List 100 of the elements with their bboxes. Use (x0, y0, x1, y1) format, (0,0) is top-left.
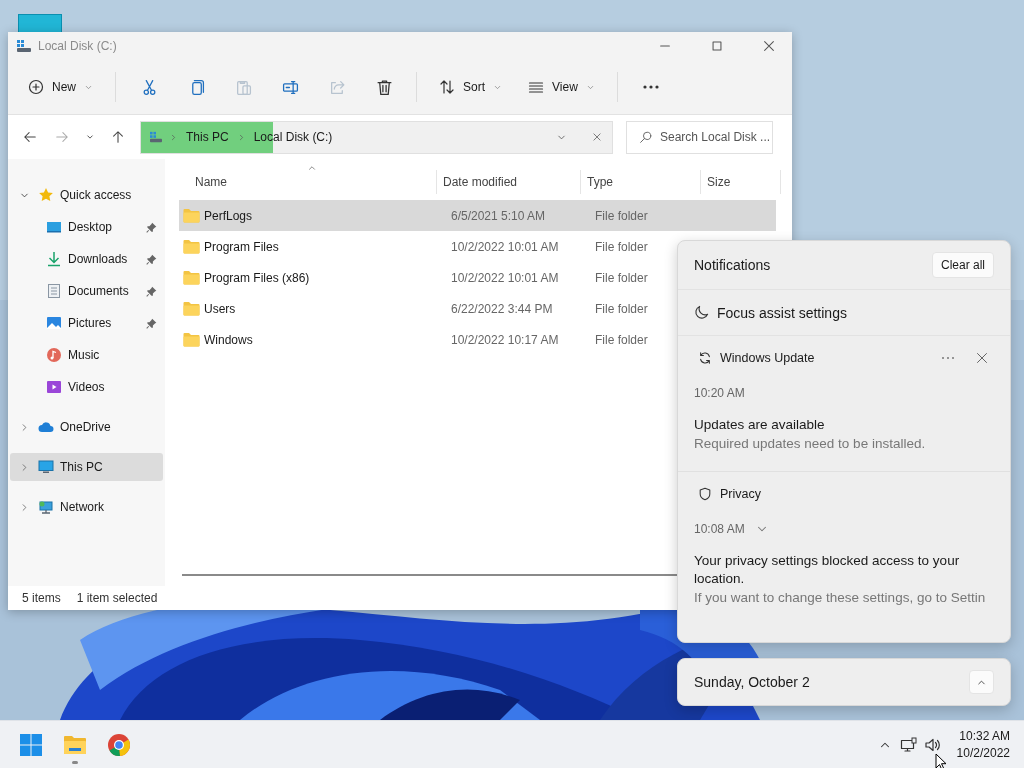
network-icon (38, 499, 54, 515)
clock-date: 10/2/2022 (956, 746, 1010, 760)
back-arrow-icon (23, 130, 37, 144)
sidebar-item[interactable]: Documents (10, 275, 163, 307)
file-name: Program Files (x86) (204, 270, 310, 285)
search-box[interactable]: Search Local Disk ... (626, 120, 773, 154)
view-icon (528, 79, 545, 95)
new-button[interactable]: New (20, 70, 101, 104)
speaker-icon (923, 736, 942, 753)
calendar-date: Sunday, October 2 (694, 674, 810, 690)
folder-icon (183, 332, 200, 347)
sort-icon (439, 79, 455, 95)
notification-body: Required updates need to be installed. (694, 435, 927, 453)
app-name: Windows Update (720, 351, 815, 365)
sidebar-item[interactable]: Desktop (10, 211, 163, 243)
file-date: 6/5/2021 5:10 AM (451, 208, 546, 223)
column-header[interactable]: Name (165, 170, 437, 194)
window-title: Local Disk (C:) (38, 39, 118, 53)
notification-time: 10:20 AM (694, 386, 745, 400)
music-icon (46, 347, 62, 363)
sidebar-item[interactable]: Downloads (10, 243, 163, 275)
close-icon (592, 132, 602, 142)
maximize-icon (710, 39, 724, 53)
folder-icon (183, 301, 200, 316)
notification-title: Updates are available (694, 416, 826, 434)
view-button[interactable]: View (520, 70, 603, 104)
file-type: File folder (595, 270, 648, 285)
file-type: File folder (595, 239, 648, 254)
notification-body: If you want to change these settings, go to Settin (694, 589, 987, 607)
file-date: 10/2/2022 10:01 AM (451, 239, 559, 254)
rename-icon (281, 78, 299, 96)
sidebar-item[interactable]: OneDrive (10, 411, 163, 443)
file-name: PerfLogs (204, 208, 253, 223)
trash-icon (375, 78, 393, 96)
mouse-pointer-icon (935, 753, 947, 768)
clipboard-icon (234, 78, 252, 96)
desktop-icon (46, 219, 62, 235)
moon-icon (694, 305, 709, 320)
computer-icon (38, 459, 54, 475)
notification-card[interactable]: Privacy 10:08 AM Your privacy settings blocked access to your location. If you want to change these settings, go to Settin (678, 472, 1010, 642)
status-text: 5 items (22, 591, 61, 605)
file-name: Windows (204, 332, 253, 347)
folder-icon (183, 270, 200, 285)
drive-icon (149, 131, 163, 143)
status-text: 1 item selected (76, 591, 158, 605)
file-date: 10/2/2022 10:17 AM (451, 332, 559, 347)
file-type: File folder (595, 332, 648, 347)
clock-button[interactable]: 10:32 AM 10/2/2022 (956, 729, 1010, 760)
video-icon (46, 379, 62, 395)
file-type: File folder (595, 301, 648, 316)
browser-icon (107, 732, 131, 757)
network-icon (899, 736, 918, 753)
pictures-icon (46, 315, 62, 331)
clear-all-button[interactable]: Clear all (932, 252, 994, 278)
download-icon (46, 251, 62, 267)
file-name: Program Files (204, 239, 279, 254)
sidebar-item[interactable]: Music (10, 339, 163, 371)
share-icon (328, 78, 346, 96)
notification-card[interactable]: Windows Update 10:20 AM Updates are available Required updates need to be installed. (678, 336, 1010, 472)
sidebar-item[interactable]: Network (10, 491, 163, 523)
close-icon (976, 352, 988, 364)
more-icon (941, 356, 955, 360)
start-icon (19, 732, 43, 757)
sidebar-item[interactable]: This PC (10, 453, 163, 481)
file-row[interactable]: PerfLogs 6/5/2021 5:10 AM File folder (179, 200, 776, 231)
cloud-icon (38, 419, 54, 435)
file-date: 6/22/2022 3:44 PM (451, 301, 553, 316)
search-icon (639, 130, 652, 144)
shield-icon (698, 487, 712, 501)
clock-time: 10:32 AM (959, 729, 1010, 743)
sidebar-item[interactable]: Videos (10, 371, 163, 403)
chevron-icon (169, 132, 178, 142)
expand-calendar-button[interactable] (969, 670, 994, 694)
file-type: File folder (595, 208, 648, 223)
folder-icon (183, 239, 200, 254)
panel-title: Notifications (694, 257, 771, 273)
focus-assist-link[interactable]: Focus assist settings (678, 290, 1010, 336)
file-name: Users (204, 301, 236, 316)
column-header[interactable]: Type (581, 170, 701, 194)
up-arrow-icon (111, 130, 125, 144)
file-date: 10/2/2022 10:01 AM (451, 270, 559, 285)
sidebar-item[interactable]: Pictures (10, 307, 163, 339)
app-name: Privacy (720, 487, 761, 501)
document-icon (46, 283, 62, 299)
sync-icon (698, 351, 712, 365)
breadcrumb-link[interactable]: This PC (184, 130, 231, 144)
forward-arrow-icon (55, 130, 69, 144)
more-icon (641, 84, 660, 90)
folder-icon (183, 208, 200, 223)
column-header[interactable]: Size (701, 170, 781, 194)
star-icon (38, 187, 54, 203)
plus-icon (28, 79, 44, 95)
notification-time: 10:08 AM (694, 522, 745, 536)
notification-title: Your privacy settings blocked access to your location. (694, 552, 961, 588)
column-header[interactable]: Date modified (437, 170, 581, 194)
close-icon (762, 39, 776, 53)
search-field[interactable]: Search Local Disk ... (660, 130, 772, 144)
drive-icon (16, 39, 32, 53)
sort-button[interactable]: Sort (431, 70, 511, 104)
sidebar-item[interactable]: Quick access (10, 179, 163, 211)
